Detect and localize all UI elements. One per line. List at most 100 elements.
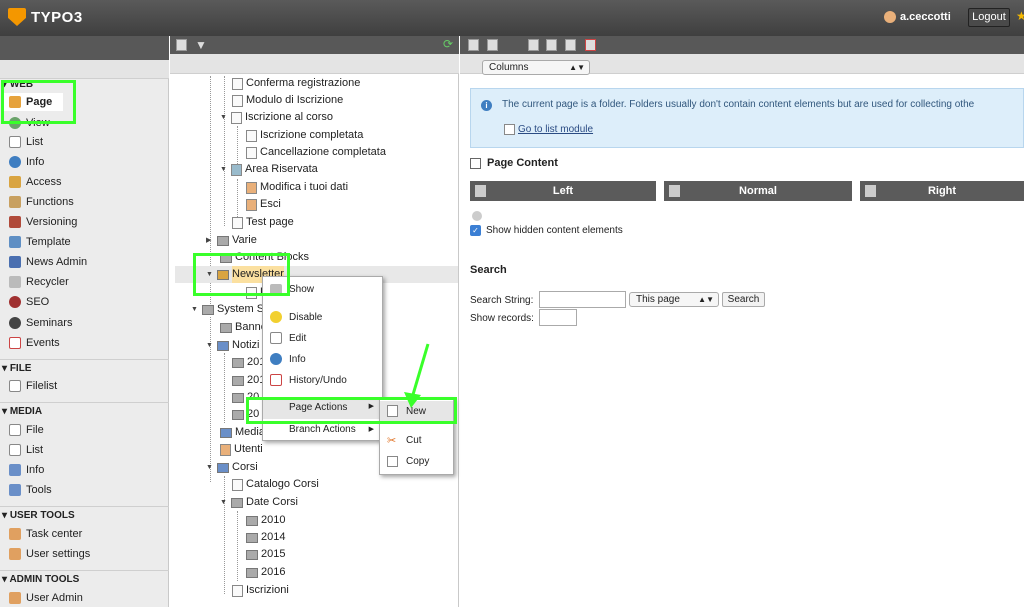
refresh-icon[interactable]: ⟳: [443, 37, 453, 51]
tree-node[interactable]: 2010: [246, 512, 285, 529]
module-media-list[interactable]: List: [9, 441, 43, 459]
user-settings-icon: [9, 548, 21, 560]
expand-toggle-icon[interactable]: ▶: [206, 232, 214, 249]
view-page-icon[interactable]: [528, 39, 539, 51]
page-icon: [231, 111, 242, 124]
tree-node[interactable]: 201: [232, 372, 265, 389]
courses-folder-icon: [217, 462, 229, 473]
tree-node[interactable]: Catalogo Corsi: [232, 476, 319, 493]
expand-toggle-icon[interactable]: ▼: [191, 301, 199, 318]
tree-node[interactable]: Iscrizioni: [232, 582, 289, 599]
tree-node[interactable]: Cancellazione completata: [246, 144, 386, 161]
module-list[interactable]: List: [9, 133, 43, 151]
checkbox-icon[interactable]: ✓: [470, 225, 481, 236]
go-to-list-link[interactable]: Go to list module: [518, 124, 593, 135]
info-icon: [270, 353, 282, 365]
view-mode-select[interactable]: Columns ▲▼: [482, 60, 590, 75]
module-seminars[interactable]: Seminars: [9, 314, 72, 332]
module-media-tools[interactable]: Tools: [9, 481, 52, 499]
tree-node[interactable]: ▼ Date Corsi: [220, 494, 298, 511]
module-task-center[interactable]: Task center: [9, 525, 82, 543]
section-media[interactable]: ▾ MEDIA: [0, 402, 169, 420]
module-media-info[interactable]: Info: [9, 461, 44, 479]
expand-toggle-icon[interactable]: ▼: [220, 161, 228, 178]
tree-node[interactable]: ▼ System S: [191, 301, 264, 318]
module-seo[interactable]: SEO: [9, 293, 49, 311]
folder-icon: [232, 375, 244, 386]
show-hidden-checkbox[interactable]: ✓ Show hidden content elements: [470, 225, 623, 236]
module-news-admin[interactable]: News Admin: [9, 253, 87, 271]
tree-node[interactable]: Conferma registrazione: [232, 75, 360, 92]
user-menu[interactable]: a.ceccotti: [884, 11, 951, 23]
search-string-label: Search String:: [470, 295, 534, 306]
tree-node[interactable]: ▶ Varie: [206, 232, 257, 249]
module-functions[interactable]: Functions: [9, 193, 74, 211]
tree-node[interactable]: Modifica i tuoi dati: [246, 179, 348, 196]
tree-node[interactable]: 201: [232, 354, 265, 371]
tree-node[interactable]: ▼ Notizi: [206, 337, 260, 354]
module-filelist[interactable]: Filelist: [9, 377, 57, 395]
new-content-icon[interactable]: [865, 185, 876, 197]
new-content-icon[interactable]: [669, 185, 680, 197]
search-input[interactable]: [539, 291, 626, 308]
menu-edit[interactable]: Edit: [289, 332, 306, 346]
tree-node[interactable]: Esci: [246, 196, 281, 213]
expand-toggle-icon[interactable]: ▼: [206, 337, 214, 354]
new-content-icon[interactable]: [487, 39, 498, 51]
module-info[interactable]: Info: [9, 153, 44, 171]
module-user-settings[interactable]: User settings: [9, 545, 90, 563]
tree-node[interactable]: ▼ Corsi: [206, 459, 258, 476]
search-scope-select[interactable]: This page ▲▼: [629, 292, 719, 307]
expand-toggle-icon[interactable]: ▼: [220, 109, 228, 126]
menu-show[interactable]: Show: [289, 283, 314, 297]
typo3-logo[interactable]: TYPO3: [8, 8, 83, 26]
list-icon: [9, 136, 21, 148]
column-right-header: Right: [860, 181, 1024, 201]
expand-toggle-icon[interactable]: ▼: [220, 494, 228, 511]
module-access[interactable]: Access: [9, 173, 61, 191]
module-versioning[interactable]: Versioning: [9, 213, 77, 231]
tree-node[interactable]: Media: [220, 424, 265, 441]
move-page-icon[interactable]: [565, 39, 576, 51]
tree-node[interactable]: Utenti: [220, 441, 263, 458]
tree-node[interactable]: Banne: [220, 319, 267, 336]
module-events[interactable]: Events: [9, 334, 60, 352]
tree-node[interactable]: ▼ Iscrizione al corso: [220, 109, 333, 126]
folder-icon: [246, 532, 258, 543]
edit-page-icon[interactable]: [546, 39, 557, 51]
menu-history-undo[interactable]: History/Undo: [289, 374, 347, 388]
submenu-cut[interactable]: Cut: [406, 435, 422, 446]
module-user-admin[interactable]: User Admin: [9, 589, 83, 607]
new-content-icon[interactable]: [475, 185, 486, 197]
highlight-box: [193, 253, 290, 296]
expand-toggle-icon[interactable]: ▼: [206, 459, 214, 476]
column-left-header: Left: [470, 181, 656, 201]
logout-button[interactable]: Logout: [968, 8, 1010, 27]
tree-node[interactable]: 2016: [246, 564, 285, 581]
tree-node[interactable]: Test page: [232, 214, 294, 231]
tree-node[interactable]: 2015: [246, 546, 285, 563]
tree-node[interactable]: 2014: [246, 529, 285, 546]
submenu-copy[interactable]: Copy: [406, 456, 429, 467]
tree-node[interactable]: Iscrizione completata: [246, 127, 363, 144]
module-media-file[interactable]: File: [9, 421, 44, 439]
tree-node[interactable]: Modulo di Iscrizione: [232, 92, 343, 109]
module-recycler[interactable]: Recycler: [9, 273, 69, 291]
star-icon[interactable]: ★: [1016, 9, 1024, 23]
users-folder-icon: [220, 443, 231, 456]
refresh-icon[interactable]: [472, 211, 482, 221]
filter-icon[interactable]: ▼: [195, 38, 207, 52]
search-button[interactable]: Search: [722, 292, 765, 307]
new-page-icon[interactable]: [176, 39, 187, 51]
menu-branch-actions[interactable]: Branch Actions: [289, 423, 356, 437]
show-records-input[interactable]: [539, 309, 577, 326]
section-admin-tools[interactable]: ▾ ADMIN TOOLS: [0, 570, 169, 588]
menu-disable[interactable]: Disable: [289, 311, 322, 325]
new-record-icon[interactable]: [468, 39, 479, 51]
history-icon[interactable]: [585, 39, 596, 51]
module-template[interactable]: Template: [9, 233, 71, 251]
menu-info[interactable]: Info: [289, 353, 306, 367]
section-user-tools[interactable]: ▾ USER TOOLS: [0, 506, 169, 524]
tree-node[interactable]: ▼ Area Riservata: [220, 161, 318, 178]
section-file[interactable]: ▾ FILE: [0, 359, 169, 377]
